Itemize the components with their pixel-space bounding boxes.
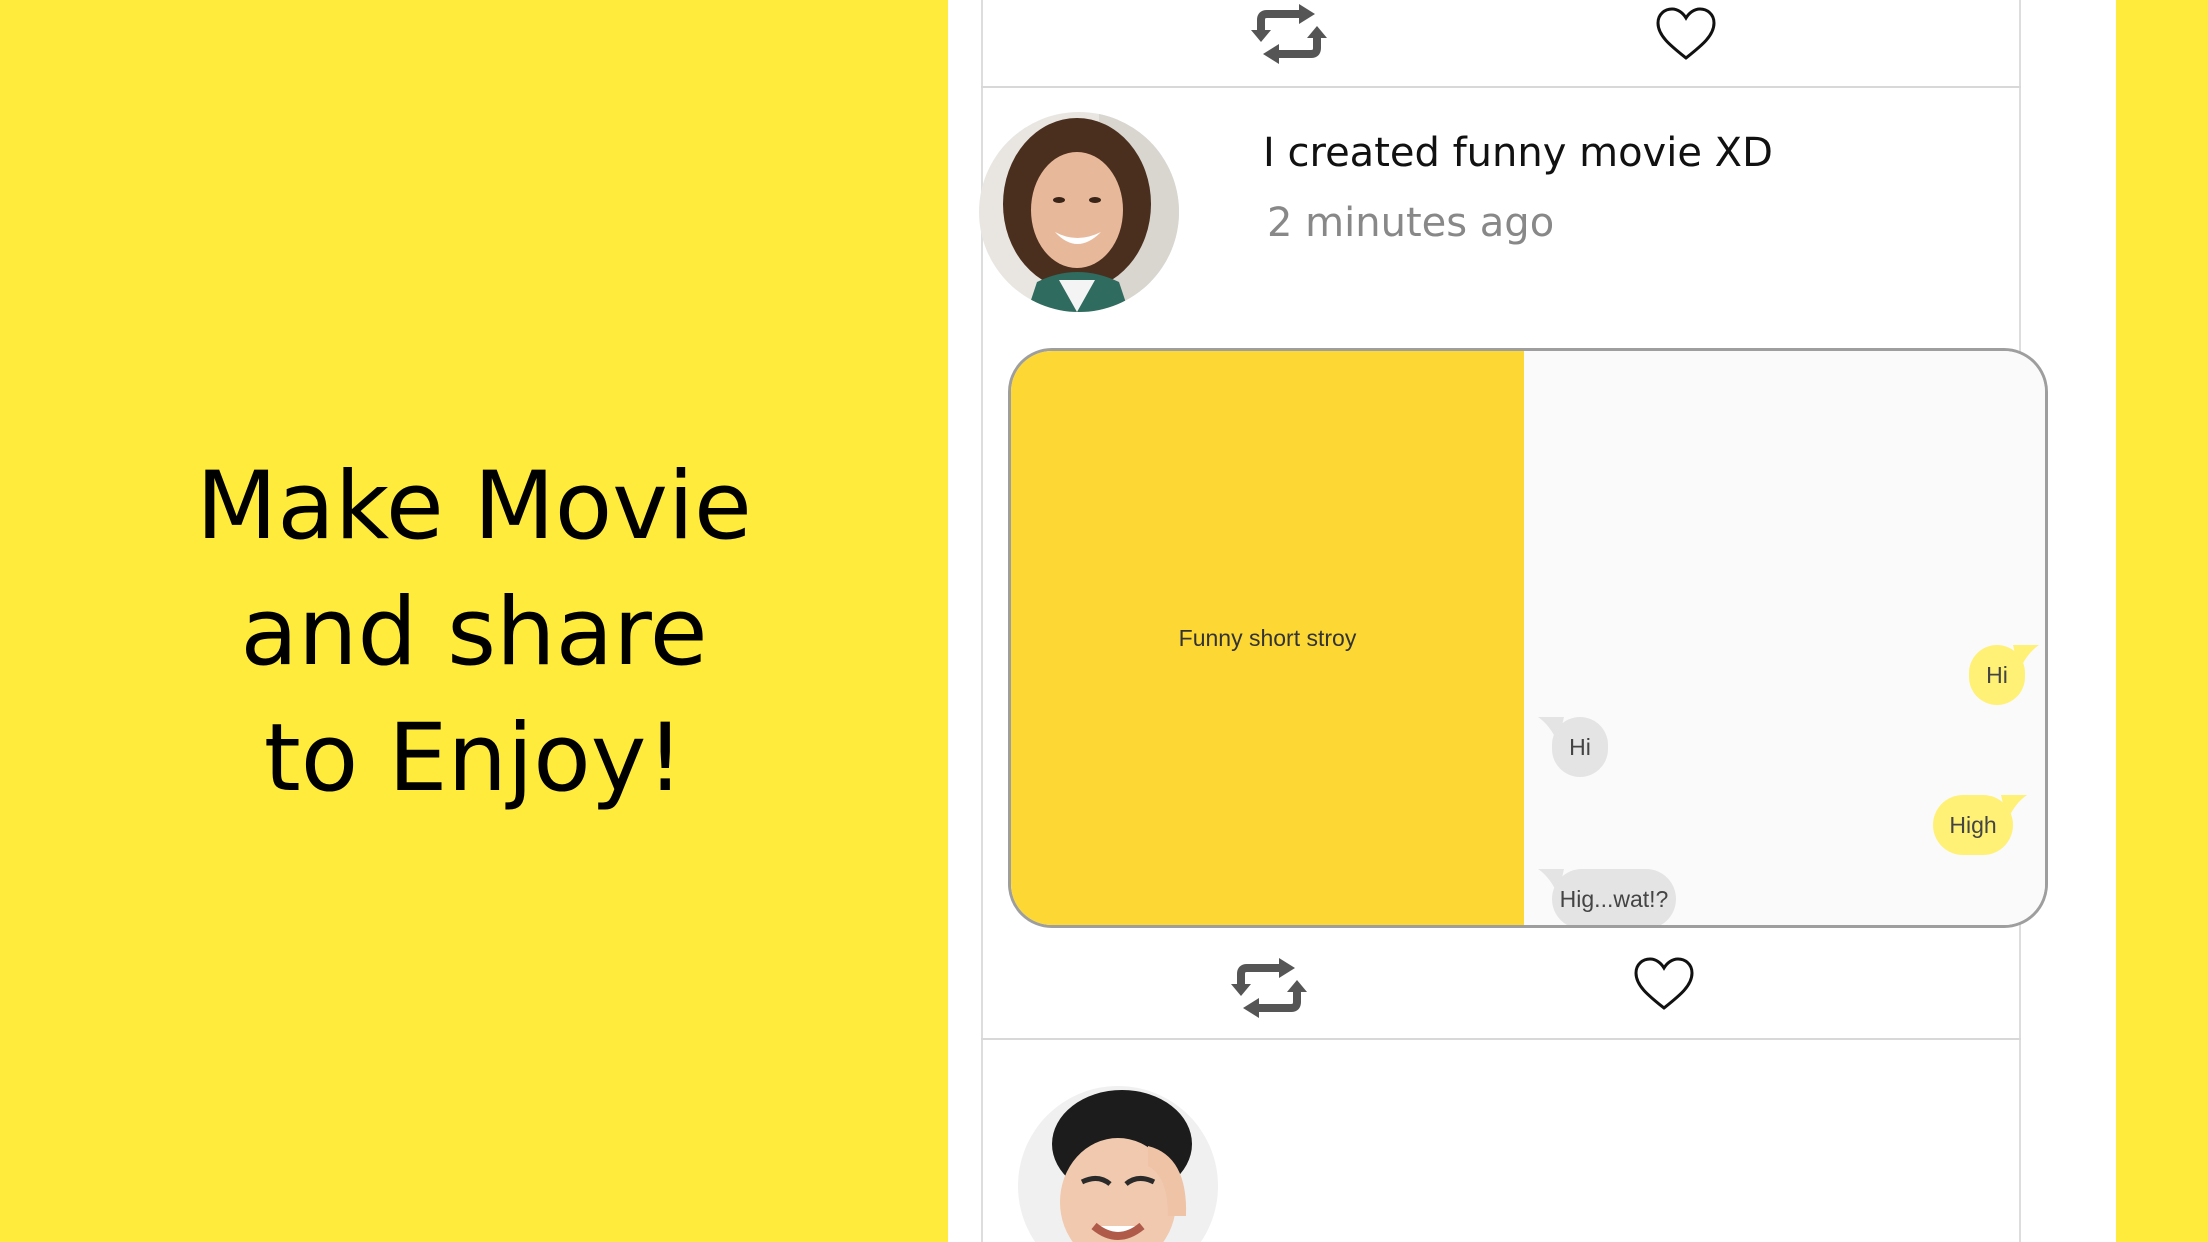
chat-message: Hig...wat!? (1559, 885, 1669, 912)
promo-line-1: Make Movie (196, 452, 752, 561)
chat-panel: Hi Hi High Hig...wat!? (1524, 351, 2045, 925)
post-title: I created funny movie XD (1263, 130, 1773, 176)
promo-headline: Make Movie and share to Enjoy! (196, 444, 752, 822)
promo-line-2: and share (240, 578, 708, 687)
movie-card[interactable]: Funny short stroy Hi Hi High Hig...wat!? (1008, 348, 2048, 928)
heart-icon[interactable] (1655, 6, 1717, 62)
story-title: Funny short stroy (1178, 624, 1357, 651)
action-divider (981, 1038, 2021, 1040)
promo-line-3: to Enjoy! (263, 704, 685, 813)
chat-message: Hi (1986, 661, 2008, 688)
heart-icon[interactable] (1633, 956, 1695, 1012)
chat-bubble-left: Hi (1538, 717, 1608, 777)
post-timestamp: 2 minutes ago (1267, 200, 1555, 246)
repost-icon[interactable] (1251, 4, 1327, 64)
repost-icon[interactable] (1231, 958, 1307, 1018)
story-panel: Funny short stroy (1011, 351, 1524, 925)
avatar[interactable] (979, 112, 1179, 312)
chat-message: High (1949, 811, 1997, 838)
phone-screen: I created funny movie XD 2 minutes ago F… (948, 0, 2116, 1242)
promo-panel: Make Movie and share to Enjoy! (0, 0, 948, 1242)
chat-bubble-left: Hig...wat!? (1538, 869, 1676, 925)
post-actions (981, 952, 2021, 1040)
chat-bubble-right: Hi (1969, 645, 2039, 705)
action-divider (981, 86, 2021, 88)
previous-post-actions (981, 0, 2021, 88)
chat-bubble-right: High (1933, 795, 2027, 855)
chat-message: Hi (1569, 733, 1591, 760)
post-header: I created funny movie XD 2 minutes ago (979, 108, 2021, 312)
